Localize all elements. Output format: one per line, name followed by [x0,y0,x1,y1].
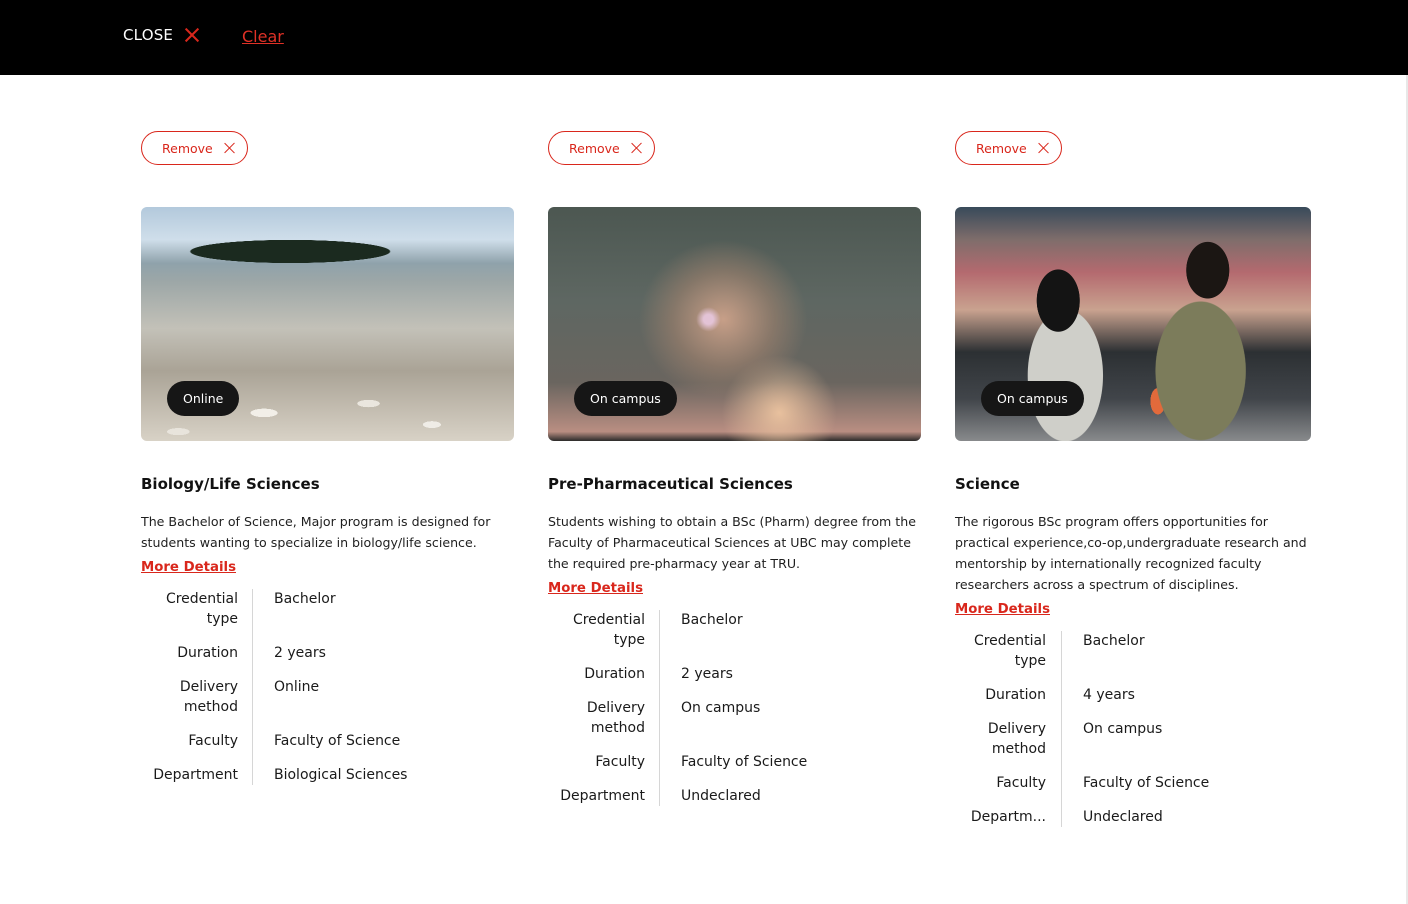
spec-value: On campus [681,700,761,716]
spec-label: Credential type [973,633,1046,669]
spec-row-delivery: Delivery method Online [141,677,514,717]
program-card-science: Remove On campus Science The rigorous BS… [955,131,1311,841]
specs-divider [659,610,660,806]
spec-value: Faculty of Science [1083,775,1210,791]
remove-label: Remove [569,140,620,156]
program-description: The rigorous BSc program offers opportun… [955,514,1307,592]
more-details-link[interactable]: More Details [141,560,236,575]
spec-value: 2 years [274,645,326,661]
remove-button[interactable]: Remove [548,131,655,165]
program-description: The Bachelor of Science, Major program i… [141,514,491,550]
delivery-badge: On campus [574,381,677,416]
remove-label: Remove [162,140,213,156]
spec-row-department: Department Undeclared [548,786,921,806]
remove-label: Remove [976,140,1027,156]
clear-link[interactable]: Clear [242,27,284,46]
spec-label: Departm... [970,809,1046,825]
spec-value: 4 years [1083,687,1135,703]
spec-value: Online [274,679,320,695]
close-icon [1039,143,1049,153]
spec-label: Delivery method [179,679,238,715]
spec-label: Delivery method [987,721,1046,757]
spec-label: Credential type [572,612,645,648]
spec-row-credential: Credential type Bachelor [955,631,1311,671]
spec-row-duration: Duration 4 years [955,685,1311,705]
spec-row-duration: Duration 2 years [548,664,921,684]
program-card-pre-pharmaceutical: Remove On campus Pre-Pharmaceutical Scie… [548,131,921,820]
specs-divider [1061,631,1062,827]
spec-label: Department [153,767,238,783]
spec-row-faculty: Faculty Faculty of Science [141,731,514,751]
spec-label: Delivery method [586,700,645,736]
remove-button[interactable]: Remove [955,131,1062,165]
program-image: On campus [548,207,921,441]
program-title: Pre-Pharmaceutical Sciences [548,475,793,493]
spec-value: Bachelor [274,591,336,607]
spec-label: Duration [985,687,1046,703]
close-button[interactable]: CLOSE [123,26,199,44]
spec-row-department: Departm... Undeclared [955,807,1311,827]
spec-label: Faculty [188,733,238,749]
spec-label: Department [560,788,645,804]
more-details-link[interactable]: More Details [955,602,1050,617]
program-title: Biology/Life Sciences [141,475,320,493]
spec-row-department: Department Biological Sciences [141,765,514,785]
close-icon [632,143,642,153]
top-bar: CLOSE Clear [0,0,1408,75]
spec-label: Faculty [595,754,645,770]
spec-row-faculty: Faculty Faculty of Science [955,773,1311,793]
spec-row-faculty: Faculty Faculty of Science [548,752,921,772]
spec-row-credential: Credential type Bachelor [548,610,921,650]
spec-row-delivery: Delivery method On campus [955,719,1311,759]
spec-value: Bachelor [681,612,743,628]
spec-value: Bachelor [1083,633,1145,649]
delivery-badge: Online [167,381,240,416]
spec-row-delivery: Delivery method On campus [548,698,921,738]
spec-value: Undeclared [1083,809,1163,825]
spec-row-credential: Credential type Bachelor [141,589,514,629]
spec-value: Faculty of Science [681,754,808,770]
program-specs: Credential type Bachelor Duration 4 year… [955,631,1311,827]
program-image: Online [141,207,514,441]
spec-row-duration: Duration 2 years [141,643,514,663]
program-specs: Credential type Bachelor Duration 2 year… [141,589,514,785]
close-icon [185,28,199,42]
remove-button[interactable]: Remove [141,131,248,165]
program-specs: Credential type Bachelor Duration 2 year… [548,610,921,806]
spec-value: Biological Sciences [274,767,408,783]
close-label: CLOSE [123,26,174,44]
spec-label: Duration [177,645,238,661]
program-image: On campus [955,207,1311,441]
spec-label: Credential type [165,591,238,627]
program-description: Students wishing to obtain a BSc (Pharm)… [548,514,916,571]
spec-value: Faculty of Science [274,733,401,749]
close-icon [225,143,235,153]
spec-value: 2 years [681,666,733,682]
spec-label: Duration [584,666,645,682]
spec-label: Faculty [996,775,1046,791]
specs-divider [252,589,253,785]
program-card-biology: Remove Online Biology/Life Sciences The … [141,131,514,799]
spec-value: On campus [1083,721,1163,737]
spec-value: Undeclared [681,788,761,804]
delivery-badge: On campus [981,381,1084,416]
more-details-link[interactable]: More Details [548,581,643,596]
program-title: Science [955,475,1020,493]
